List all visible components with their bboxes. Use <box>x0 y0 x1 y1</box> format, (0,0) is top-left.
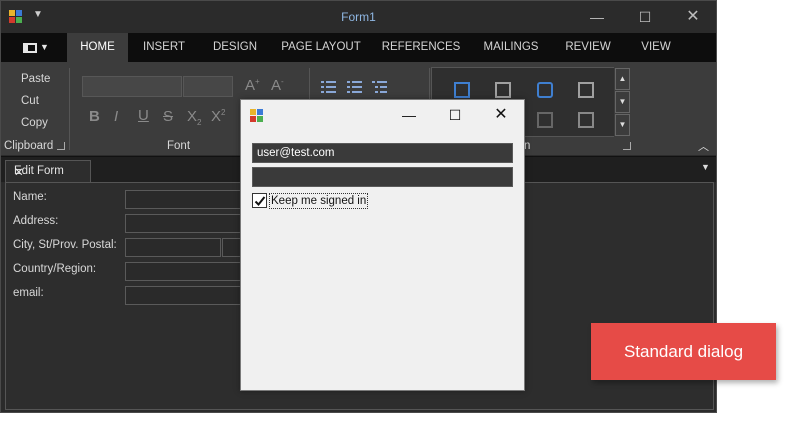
email-input[interactable] <box>125 286 245 305</box>
password-input[interactable] <box>252 167 513 187</box>
bold-icon[interactable]: B <box>89 108 100 125</box>
paste-button[interactable]: Paste <box>21 73 50 85</box>
title-bar: ▼ Form1 — ☐ ✕ <box>1 1 716 33</box>
clipboard-launcher-icon[interactable] <box>57 142 65 150</box>
address-label: Address: <box>13 215 59 227</box>
close-button[interactable]: ✕ <box>678 5 708 29</box>
tab-mailings[interactable]: MAILINGS <box>478 33 544 62</box>
gallery-down-icon[interactable]: ▼ <box>615 91 630 113</box>
keep-signed-in-label[interactable]: Keep me signed in <box>269 193 369 209</box>
tab-view[interactable]: VIEW <box>631 33 681 62</box>
minimize-button[interactable]: — <box>582 5 612 29</box>
standard-dialog-callout: Standard dialog <box>591 323 776 380</box>
ribbon-tabs: ▼ HOME INSERT DESIGN PAGE LAYOUT REFEREN… <box>1 33 716 62</box>
checkmark-icon <box>254 196 266 206</box>
name-label: Name: <box>13 191 47 203</box>
subscript-icon[interactable]: X2 <box>187 108 201 127</box>
grow-font-icon[interactable]: A+ <box>245 77 260 94</box>
tab-insert[interactable]: INSERT <box>134 33 194 62</box>
tab-review[interactable]: REVIEW <box>558 33 618 62</box>
collapse-ribbon-icon[interactable]: ︿ <box>698 138 709 154</box>
copy-button[interactable]: Copy <box>21 117 48 129</box>
maximize-button[interactable]: ☐ <box>630 5 660 29</box>
font-name-combo[interactable] <box>82 76 182 97</box>
gallery-more-icon[interactable]: ▼ <box>615 114 630 136</box>
style-icon[interactable] <box>578 112 594 128</box>
file-menu-button[interactable]: ▼ <box>1 33 67 62</box>
underline-icon[interactable]: U <box>138 107 149 124</box>
shrink-font-icon[interactable]: A- <box>271 77 284 94</box>
city-label: City, St/Prov. Postal: <box>13 239 117 251</box>
login-dialog: — ☐ ✕ user@test.com Keep me signed in <box>240 99 525 391</box>
group-divider <box>69 68 70 150</box>
email-label: email: <box>13 287 44 299</box>
name-input[interactable] <box>125 190 245 209</box>
gallery-scroll: ▲ ▼ ▼ <box>614 67 631 137</box>
italic-icon[interactable]: I <box>114 108 118 125</box>
font-group-label: Font <box>167 140 191 152</box>
dialog-close-button[interactable]: ✕ <box>481 103 521 127</box>
superscript-icon[interactable]: X2 <box>211 108 225 125</box>
gallery-up-icon[interactable]: ▲ <box>615 68 630 90</box>
style-icon[interactable] <box>537 82 553 98</box>
keep-signed-in-checkbox[interactable] <box>252 193 267 208</box>
tab-edit-form[interactable]: Edit Form ✕ <box>5 160 91 183</box>
clipboard-group-label: Clipboard <box>4 140 54 152</box>
strikethrough-icon[interactable]: S <box>163 108 173 125</box>
close-icon[interactable]: ✕ <box>14 165 24 179</box>
tab-home[interactable]: HOME <box>67 33 128 62</box>
style-icon[interactable] <box>537 112 553 128</box>
style-icon[interactable] <box>495 82 511 98</box>
style-icon[interactable] <box>454 82 470 98</box>
address-input[interactable] <box>125 214 245 233</box>
tab-references[interactable]: REFERENCES <box>377 33 465 62</box>
dialog-app-icon[interactable] <box>250 109 263 122</box>
chevron-down-icon: ▼ <box>40 42 49 52</box>
multilevel-list-icon[interactable] <box>372 81 387 93</box>
styles-launcher-icon[interactable] <box>623 142 631 150</box>
country-input[interactable] <box>125 262 245 281</box>
numbered-list-icon[interactable] <box>347 81 362 93</box>
country-label: Country/Region: <box>13 263 97 275</box>
tab-list-dropdown-icon[interactable]: ▼ <box>701 162 710 172</box>
file-menu-icon <box>23 43 37 53</box>
tab-design[interactable]: DESIGN <box>205 33 265 62</box>
username-input[interactable]: user@test.com <box>252 143 513 163</box>
style-icon[interactable] <box>578 82 594 98</box>
dialog-minimize-button[interactable]: — <box>389 103 429 127</box>
cut-button[interactable]: Cut <box>21 95 39 107</box>
dialog-maximize-button[interactable]: ☐ <box>435 103 475 127</box>
font-size-combo[interactable] <box>183 76 233 97</box>
bullet-list-icon[interactable] <box>321 81 336 93</box>
city-input[interactable] <box>125 238 221 257</box>
tab-page-layout[interactable]: PAGE LAYOUT <box>279 33 363 62</box>
